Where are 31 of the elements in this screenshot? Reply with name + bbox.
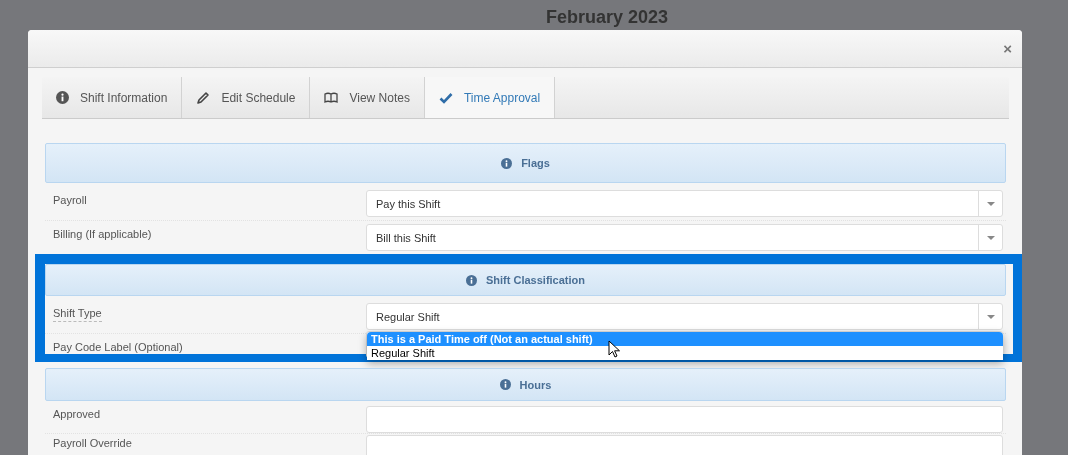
- field-label: Pay Code Label (Optional): [53, 341, 183, 353]
- select-field[interactable]: Bill this Shift: [366, 224, 1003, 251]
- caret-icon: [986, 314, 995, 319]
- calendar-month-title: February 2023: [545, 6, 670, 29]
- field-label: Billing (If applicable): [53, 228, 152, 240]
- select-field[interactable]: Regular Shift: [366, 303, 1003, 330]
- tab[interactable]: Shift Information: [42, 77, 182, 118]
- input-field[interactable]: [366, 434, 1003, 455]
- check-icon: [438, 91, 453, 104]
- tab[interactable]: Time Approval: [424, 77, 555, 118]
- field-label: Approved: [53, 408, 101, 420]
- info-icon: [499, 379, 511, 390]
- caret-icon: [986, 235, 995, 240]
- input-field[interactable]: [366, 405, 1003, 433]
- dropdown-option[interactable]: Regular Shift: [367, 346, 1003, 360]
- section-title: Shift Classification: [486, 274, 585, 286]
- close-button[interactable]: ×: [1003, 40, 1012, 57]
- book-icon: [324, 92, 339, 103]
- field-label: Payroll: [53, 194, 87, 206]
- field-label: Payroll Override: [53, 437, 132, 449]
- section-title: Flags: [521, 157, 550, 169]
- field-label: Shift Type: [53, 307, 102, 322]
- caret-icon: [986, 201, 995, 206]
- tab[interactable]: View Notes: [310, 77, 424, 118]
- pencil-icon: [196, 90, 211, 105]
- info-icon: [501, 157, 513, 169]
- select-field[interactable]: Pay this Shift: [366, 190, 1003, 217]
- section-title: Hours: [519, 378, 552, 391]
- info-icon: [466, 274, 477, 286]
- info-icon: [56, 91, 69, 104]
- tab[interactable]: Edit Schedule: [182, 77, 310, 118]
